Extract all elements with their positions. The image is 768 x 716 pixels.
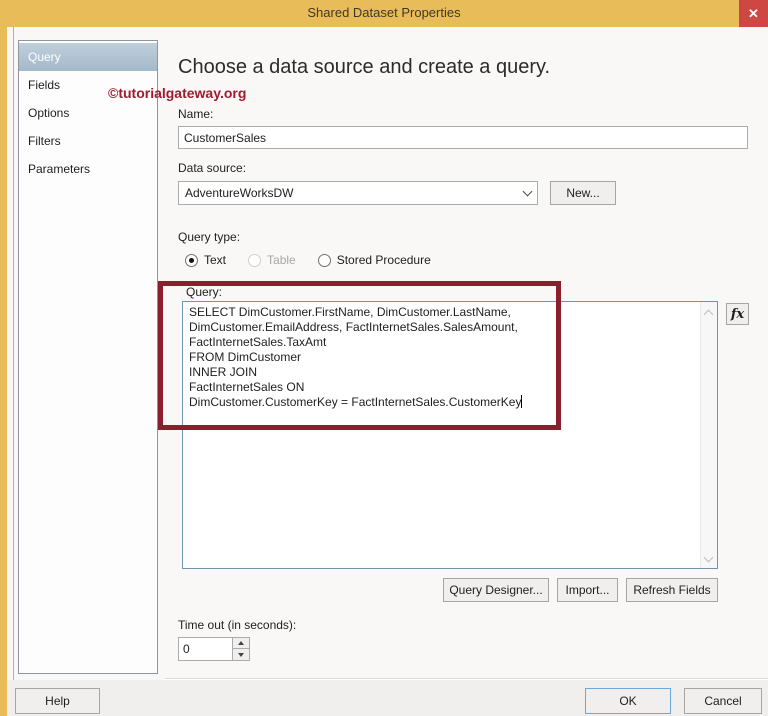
data-source-value: AdventureWorksDW [185, 186, 294, 200]
query-editor[interactable]: SELECT DimCustomer.FirstName, DimCustome… [182, 301, 718, 569]
ok-button[interactable]: OK [585, 688, 671, 714]
refresh-fields-button[interactable]: Refresh Fields [626, 578, 718, 602]
close-button[interactable]: ✕ [739, 0, 768, 27]
query-type-label: Query type: [178, 230, 241, 244]
sidebar-nav: Query Fields Options Filters Parameters [18, 40, 158, 674]
window-title: Shared Dataset Properties [307, 5, 461, 20]
radio-text-label: Text [204, 253, 227, 267]
scroll-down-icon[interactable] [703, 552, 714, 563]
stepper-up-button[interactable] [233, 638, 249, 649]
radio-table: Table [248, 253, 296, 267]
data-source-dropdown[interactable]: AdventureWorksDW [178, 181, 538, 205]
query-type-radio-group: Text Table Stored Procedure [185, 252, 453, 268]
query-label: Query: [186, 285, 223, 299]
text-caret [521, 395, 523, 408]
chevron-down-icon [522, 186, 533, 196]
cancel-button[interactable]: Cancel [684, 688, 762, 714]
query-designer-button[interactable]: Query Designer... [443, 578, 549, 602]
radio-selected-icon [185, 253, 198, 267]
help-button[interactable]: Help [15, 688, 100, 714]
shared-dataset-properties-dialog: Shared Dataset Properties ✕ Query Fields… [0, 0, 768, 716]
title-bar: Shared Dataset Properties ✕ [0, 0, 768, 27]
radio-disabled-icon [248, 253, 262, 267]
new-data-source-button[interactable]: New... [550, 181, 616, 205]
radio-stored-procedure-label: Stored Procedure [336, 253, 431, 267]
arrow-up-icon [238, 641, 244, 645]
stepper-down-button[interactable] [233, 649, 249, 660]
radio-stored-procedure[interactable]: Stored Procedure [317, 253, 431, 267]
scroll-up-icon[interactable] [703, 308, 714, 320]
query-scrollbar[interactable] [700, 302, 717, 568]
radio-text[interactable]: Text [185, 253, 226, 267]
timeout-label: Time out (in seconds): [178, 618, 297, 632]
timeout-value: 0 [183, 642, 190, 656]
data-source-label: Data source: [178, 161, 247, 175]
expression-fx-button[interactable]: fx [726, 303, 749, 325]
radio-table-label: Table [267, 253, 296, 267]
query-text: SELECT DimCustomer.FirstName, DimCustome… [189, 305, 523, 409]
timeout-stepper[interactable]: 0 [178, 637, 250, 661]
arrow-down-icon [238, 652, 244, 657]
dialog-border-line [13, 27, 14, 716]
name-label: Name: [178, 107, 214, 121]
watermark-text: ©tutorialgateway.org [108, 85, 247, 101]
import-button[interactable]: Import... [557, 578, 618, 602]
name-input[interactable] [178, 126, 748, 149]
window-frame-left [0, 27, 7, 716]
sidebar-item-parameters[interactable]: Parameters [19, 155, 157, 183]
sidebar-item-query[interactable]: Query [19, 43, 157, 71]
sidebar-item-filters[interactable]: Filters [19, 127, 157, 155]
radio-unselected-icon [317, 253, 331, 267]
page-title: Choose a data source and create a query. [178, 56, 551, 78]
close-icon: ✕ [748, 5, 759, 21]
stepper-buttons [232, 638, 249, 660]
sidebar-item-options[interactable]: Options [19, 99, 157, 127]
